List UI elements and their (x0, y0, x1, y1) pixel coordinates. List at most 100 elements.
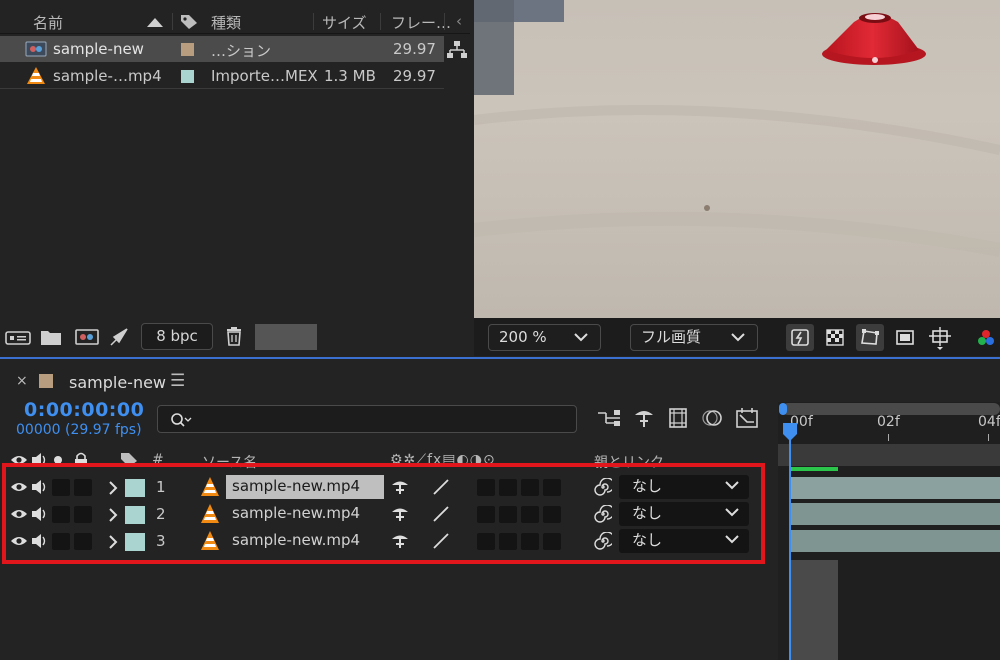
lock-icon (75, 452, 87, 467)
interpret-footage-icon[interactable] (5, 330, 31, 346)
column-frame-rate[interactable]: フレー… (391, 12, 451, 33)
layer-label-swatch[interactable] (125, 533, 145, 551)
eye-icon[interactable] (10, 480, 28, 494)
switch-box[interactable] (543, 533, 561, 550)
work-area-start-handle[interactable] (779, 403, 787, 415)
color-depth-button[interactable]: 8 bpc (141, 323, 213, 350)
frame-blending-icon[interactable] (667, 407, 689, 429)
speaker-icon[interactable] (31, 479, 47, 495)
column-parent-link[interactable]: 親とリンク (594, 452, 664, 472)
speaker-icon[interactable] (31, 506, 47, 522)
eye-icon[interactable] (10, 507, 28, 521)
shy-layers-icon[interactable] (632, 407, 656, 429)
render-queue-icon[interactable] (109, 327, 129, 347)
shy-switch-icon[interactable] (390, 479, 410, 495)
switch-box[interactable] (499, 506, 517, 523)
solo-toggle[interactable] (52, 506, 70, 523)
solo-toggle[interactable] (52, 533, 70, 550)
layer-source-name[interactable]: sample-new.mp4 (226, 475, 384, 499)
trash-icon[interactable] (225, 326, 243, 346)
switch-box[interactable] (499, 479, 517, 496)
label-swatch[interactable] (181, 43, 194, 56)
column-source-name[interactable]: ソース名 (202, 452, 257, 472)
quality-switch-icon[interactable] (432, 506, 450, 522)
playhead-icon[interactable] (782, 422, 798, 442)
eye-icon[interactable] (10, 534, 28, 548)
layer-bar-1[interactable] (790, 477, 1000, 499)
layer-source-name[interactable]: sample-new.mp4 (226, 502, 384, 526)
chevron-right-icon[interactable] (108, 481, 118, 495)
grid-guides-button[interactable] (926, 324, 954, 351)
flowchart-icon[interactable] (446, 40, 468, 60)
column-type[interactable]: 種類 (211, 12, 241, 33)
switch-box[interactable] (543, 479, 561, 496)
quality-switch-icon[interactable] (432, 479, 450, 495)
close-icon[interactable]: × (16, 373, 28, 389)
chevron-right-icon[interactable] (108, 535, 118, 549)
lock-toggle[interactable] (74, 506, 92, 523)
switch-box[interactable] (477, 533, 495, 550)
pick-whip-icon[interactable] (594, 505, 612, 523)
rgb-channels-icon (978, 330, 994, 345)
switch-box[interactable] (499, 533, 517, 550)
new-folder-icon[interactable] (40, 328, 62, 346)
label-tag-icon[interactable] (180, 14, 198, 30)
fast-preview-button[interactable] (786, 324, 814, 351)
layer-bar-3[interactable] (790, 530, 1000, 552)
color-channel-button[interactable] (972, 324, 1000, 351)
lock-toggle[interactable] (74, 479, 92, 496)
project-item-footage[interactable]: sample-…mp4 Importe…MEX 1.3 MB 29.97 (0, 63, 444, 89)
parent-dropdown[interactable]: なし (619, 529, 749, 553)
column-name[interactable]: 名前 (33, 12, 63, 33)
pick-whip-icon[interactable] (594, 532, 612, 550)
region-of-interest-button[interactable] (891, 324, 919, 351)
sort-ascending-icon[interactable] (147, 18, 163, 27)
column-more[interactable]: ‹ (456, 12, 462, 30)
speaker-icon[interactable] (31, 533, 47, 549)
panel-menu-icon[interactable]: ☰ (170, 371, 185, 391)
layer-row-3[interactable]: 3 sample-new.mp4 なし (4, 528, 777, 554)
layer-source-name[interactable]: sample-new.mp4 (226, 529, 384, 553)
cached-frames-bar (790, 467, 838, 471)
switch-box[interactable] (477, 506, 495, 523)
switch-box[interactable] (543, 506, 561, 523)
pick-whip-icon[interactable] (594, 478, 612, 496)
lock-toggle[interactable] (74, 533, 92, 550)
layer-label-swatch[interactable] (125, 506, 145, 524)
composition-mini-flowchart-icon[interactable] (596, 407, 622, 429)
label-swatch[interactable] (181, 70, 194, 83)
resolution-dropdown[interactable]: フル画質 (630, 324, 758, 351)
switch-box[interactable] (521, 506, 539, 523)
current-time-display[interactable]: 0:00:00:00 (24, 399, 144, 421)
layer-row-2[interactable]: 2 sample-new.mp4 なし (4, 501, 777, 527)
shy-switch-icon[interactable] (390, 533, 410, 549)
transparency-grid-button[interactable] (821, 324, 849, 351)
switch-box[interactable] (477, 479, 495, 496)
motion-blur-icon[interactable] (700, 407, 724, 429)
parent-dropdown[interactable]: なし (619, 502, 749, 526)
color-swatch-box[interactable] (255, 324, 317, 350)
layer-search-input[interactable] (157, 405, 577, 433)
mask-visibility-button[interactable] (856, 324, 884, 351)
column-layer-number: # (152, 452, 164, 468)
layer-label-swatch[interactable] (125, 479, 145, 497)
mask-path-icon (861, 329, 879, 345)
shy-switch-icon[interactable] (390, 506, 410, 522)
playhead-line[interactable] (789, 440, 791, 660)
layer-row-1[interactable]: 1 sample-new.mp4 なし (4, 474, 777, 500)
graph-editor-icon[interactable] (734, 407, 760, 429)
project-item-composition[interactable]: sample-new …ション 29.97 (0, 36, 444, 62)
parent-dropdown[interactable]: なし (619, 475, 749, 499)
switch-box[interactable] (521, 479, 539, 496)
switches-header-icons: ⚙✲⟋ƒx▤◐◑⊙ (390, 452, 496, 468)
chevron-right-icon[interactable] (108, 508, 118, 522)
new-composition-icon[interactable] (75, 328, 99, 346)
composition-icon (25, 41, 47, 57)
composition-viewer[interactable] (474, 0, 1000, 318)
layer-bar-2[interactable] (790, 503, 1000, 525)
quality-switch-icon[interactable] (432, 533, 450, 549)
column-size[interactable]: サイズ (322, 12, 367, 33)
zoom-dropdown[interactable]: 200 % (488, 324, 601, 351)
solo-toggle[interactable] (52, 479, 70, 496)
switch-box[interactable] (521, 533, 539, 550)
